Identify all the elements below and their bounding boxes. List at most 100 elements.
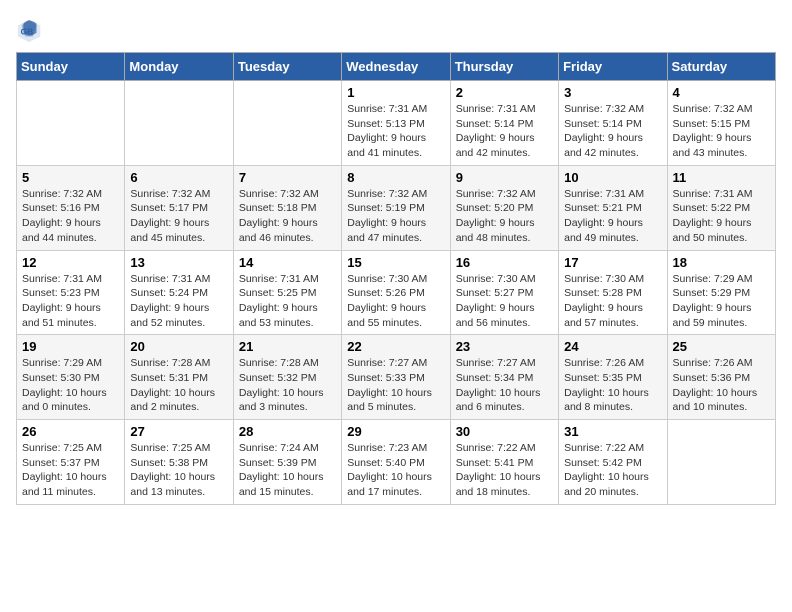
day-info: Sunrise: 7:31 AMSunset: 5:24 PMDaylight:…: [130, 272, 227, 331]
day-info: Sunrise: 7:27 AMSunset: 5:33 PMDaylight:…: [347, 356, 444, 415]
calendar-week-row: 26 Sunrise: 7:25 AMSunset: 5:37 PMDayligh…: [17, 420, 776, 505]
calendar-day-23: 23 Sunrise: 7:27 AMSunset: 5:34 PMDayligh…: [450, 335, 558, 420]
day-info: Sunrise: 7:31 AMSunset: 5:22 PMDaylight:…: [673, 187, 770, 246]
day-info: Sunrise: 7:31 AMSunset: 5:25 PMDaylight:…: [239, 272, 336, 331]
day-number: 2: [456, 85, 553, 100]
day-number: 10: [564, 170, 661, 185]
calendar-day-17: 17 Sunrise: 7:30 AMSunset: 5:28 PMDayligh…: [559, 250, 667, 335]
day-number: 17: [564, 255, 661, 270]
logo: GB: [16, 16, 44, 44]
day-number: 16: [456, 255, 553, 270]
calendar-day-14: 14Sunrise: 7:31 AMSunset: 5:25 PMDayligh…: [233, 250, 341, 335]
empty-day-cell: [667, 420, 775, 505]
calendar-day-24: 24 Sunrise: 7:26 AMSunset: 5:35 PMDayligh…: [559, 335, 667, 420]
calendar-table: SundayMondayTuesdayWednesdayThursdayFrid…: [16, 52, 776, 505]
calendar-day-15: 15Sunrise: 7:30 AMSunset: 5:26 PMDayligh…: [342, 250, 450, 335]
calendar-day-7: 7Sunrise: 7:32 AMSunset: 5:18 PMDaylight…: [233, 165, 341, 250]
empty-day-cell: [125, 81, 233, 166]
calendar-day-12: 12 Sunrise: 7:31 AMSunset: 5:23 PMDayligh…: [17, 250, 125, 335]
day-info: Sunrise: 7:29 AMSunset: 5:29 PMDaylight:…: [673, 272, 770, 331]
day-info: Sunrise: 7:32 AMSunset: 5:19 PMDaylight:…: [347, 187, 444, 246]
day-info: Sunrise: 7:23 AMSunset: 5:40 PMDaylight:…: [347, 441, 444, 500]
day-number: 5: [22, 170, 119, 185]
day-info: Sunrise: 7:32 AMSunset: 5:14 PMDaylight:…: [564, 102, 661, 161]
day-info: Sunrise: 7:26 AMSunset: 5:36 PMDaylight:…: [673, 356, 770, 415]
day-info: Sunrise: 7:28 AMSunset: 5:32 PMDaylight:…: [239, 356, 336, 415]
calendar-day-4: 4Sunrise: 7:32 AMSunset: 5:15 PMDaylight…: [667, 81, 775, 166]
calendar-day-8: 8 Sunrise: 7:32 AMSunset: 5:19 PMDaylight…: [342, 165, 450, 250]
calendar-week-row: 19Sunrise: 7:29 AMSunset: 5:30 PMDayligh…: [17, 335, 776, 420]
day-number: 11: [673, 170, 770, 185]
day-info: Sunrise: 7:32 AMSunset: 5:20 PMDaylight:…: [456, 187, 553, 246]
day-number: 23: [456, 339, 553, 354]
calendar-day-28: 28Sunrise: 7:24 AMSunset: 5:39 PMDayligh…: [233, 420, 341, 505]
calendar-day-29: 29 Sunrise: 7:23 AMSunset: 5:40 PMDayligh…: [342, 420, 450, 505]
day-info: Sunrise: 7:22 AMSunset: 5:42 PMDaylight:…: [564, 441, 661, 500]
day-number: 12: [22, 255, 119, 270]
day-info: Sunrise: 7:27 AMSunset: 5:34 PMDaylight:…: [456, 356, 553, 415]
calendar-day-18: 18 Sunrise: 7:29 AMSunset: 5:29 PMDayligh…: [667, 250, 775, 335]
day-info: Sunrise: 7:31 AMSunset: 5:23 PMDaylight:…: [22, 272, 119, 331]
calendar-day-2: 2 Sunrise: 7:31 AMSunset: 5:14 PMDaylight…: [450, 81, 558, 166]
day-number: 22: [347, 339, 444, 354]
calendar-week-row: 12 Sunrise: 7:31 AMSunset: 5:23 PMDayligh…: [17, 250, 776, 335]
day-number: 26: [22, 424, 119, 439]
day-info: Sunrise: 7:25 AMSunset: 5:37 PMDaylight:…: [22, 441, 119, 500]
page-header: GB: [16, 16, 776, 44]
day-info: Sunrise: 7:31 AMSunset: 5:13 PMDaylight:…: [347, 102, 444, 161]
calendar-day-20: 20Sunrise: 7:28 AMSunset: 5:31 PMDayligh…: [125, 335, 233, 420]
day-number: 29: [347, 424, 444, 439]
weekday-header-sunday: Sunday: [17, 53, 125, 81]
logo-icon: GB: [16, 16, 44, 44]
day-info: Sunrise: 7:32 AMSunset: 5:18 PMDaylight:…: [239, 187, 336, 246]
calendar-day-16: 16 Sunrise: 7:30 AMSunset: 5:27 PMDayligh…: [450, 250, 558, 335]
day-number: 9: [456, 170, 553, 185]
day-number: 6: [130, 170, 227, 185]
calendar-day-3: 3 Sunrise: 7:32 AMSunset: 5:14 PMDaylight…: [559, 81, 667, 166]
day-number: 4: [673, 85, 770, 100]
calendar-week-row: 1 Sunrise: 7:31 AMSunset: 5:13 PMDaylight…: [17, 81, 776, 166]
calendar-day-30: 30Sunrise: 7:22 AMSunset: 5:41 PMDayligh…: [450, 420, 558, 505]
empty-day-cell: [233, 81, 341, 166]
day-info: Sunrise: 7:29 AMSunset: 5:30 PMDaylight:…: [22, 356, 119, 415]
day-info: Sunrise: 7:31 AMSunset: 5:14 PMDaylight:…: [456, 102, 553, 161]
calendar-day-19: 19Sunrise: 7:29 AMSunset: 5:30 PMDayligh…: [17, 335, 125, 420]
day-info: Sunrise: 7:25 AMSunset: 5:38 PMDaylight:…: [130, 441, 227, 500]
calendar-day-21: 21Sunrise: 7:28 AMSunset: 5:32 PMDayligh…: [233, 335, 341, 420]
day-number: 8: [347, 170, 444, 185]
day-number: 1: [347, 85, 444, 100]
calendar-day-22: 22 Sunrise: 7:27 AMSunset: 5:33 PMDayligh…: [342, 335, 450, 420]
svg-text:GB: GB: [21, 27, 34, 37]
calendar-day-6: 6 Sunrise: 7:32 AMSunset: 5:17 PMDaylight…: [125, 165, 233, 250]
weekday-header-tuesday: Tuesday: [233, 53, 341, 81]
day-number: 3: [564, 85, 661, 100]
day-info: Sunrise: 7:30 AMSunset: 5:27 PMDaylight:…: [456, 272, 553, 331]
calendar-day-10: 10Sunrise: 7:31 AMSunset: 5:21 PMDayligh…: [559, 165, 667, 250]
calendar-day-31: 31 Sunrise: 7:22 AMSunset: 5:42 PMDayligh…: [559, 420, 667, 505]
day-number: 18: [673, 255, 770, 270]
day-info: Sunrise: 7:22 AMSunset: 5:41 PMDaylight:…: [456, 441, 553, 500]
calendar-day-5: 5 Sunrise: 7:32 AMSunset: 5:16 PMDaylight…: [17, 165, 125, 250]
day-info: Sunrise: 7:30 AMSunset: 5:28 PMDaylight:…: [564, 272, 661, 331]
calendar-day-25: 25Sunrise: 7:26 AMSunset: 5:36 PMDayligh…: [667, 335, 775, 420]
weekday-header-monday: Monday: [125, 53, 233, 81]
day-info: Sunrise: 7:24 AMSunset: 5:39 PMDaylight:…: [239, 441, 336, 500]
day-info: Sunrise: 7:30 AMSunset: 5:26 PMDaylight:…: [347, 272, 444, 331]
calendar-day-1: 1 Sunrise: 7:31 AMSunset: 5:13 PMDaylight…: [342, 81, 450, 166]
weekday-header-friday: Friday: [559, 53, 667, 81]
day-info: Sunrise: 7:32 AMSunset: 5:16 PMDaylight:…: [22, 187, 119, 246]
day-info: Sunrise: 7:28 AMSunset: 5:31 PMDaylight:…: [130, 356, 227, 415]
weekday-header-thursday: Thursday: [450, 53, 558, 81]
calendar-day-27: 27 Sunrise: 7:25 AMSunset: 5:38 PMDayligh…: [125, 420, 233, 505]
day-info: Sunrise: 7:32 AMSunset: 5:17 PMDaylight:…: [130, 187, 227, 246]
weekday-header-saturday: Saturday: [667, 53, 775, 81]
day-number: 13: [130, 255, 227, 270]
calendar-day-11: 11 Sunrise: 7:31 AMSunset: 5:22 PMDayligh…: [667, 165, 775, 250]
weekday-header-row: SundayMondayTuesdayWednesdayThursdayFrid…: [17, 53, 776, 81]
day-number: 31: [564, 424, 661, 439]
day-number: 24: [564, 339, 661, 354]
day-info: Sunrise: 7:26 AMSunset: 5:35 PMDaylight:…: [564, 356, 661, 415]
calendar-day-26: 26 Sunrise: 7:25 AMSunset: 5:37 PMDayligh…: [17, 420, 125, 505]
day-number: 27: [130, 424, 227, 439]
weekday-header-wednesday: Wednesday: [342, 53, 450, 81]
